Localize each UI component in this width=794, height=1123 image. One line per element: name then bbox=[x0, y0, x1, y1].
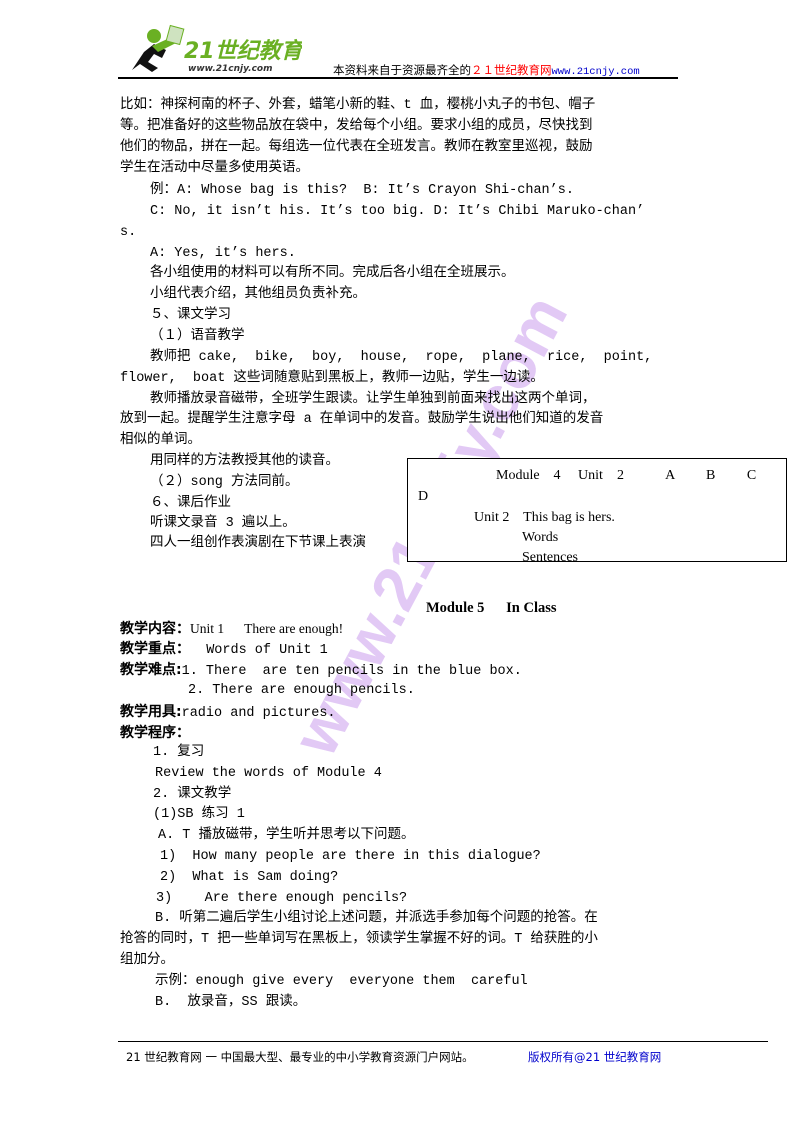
svg-text:21世纪教育: 21世纪教育 bbox=[184, 38, 302, 64]
tagline-brand: ２１世纪教育网 bbox=[471, 63, 552, 77]
footer-copyright-link[interactable]: 版权所有@21 世纪教育网 bbox=[528, 1048, 661, 1066]
footer-text: 21 世纪教育网 一 中国最大型、最专业的中小学教育资源门户网站。 bbox=[126, 1050, 474, 1064]
tools-label: 教学用具: bbox=[120, 704, 182, 720]
module-title: Module 5 In Class bbox=[426, 600, 557, 616]
header-divider bbox=[118, 77, 678, 79]
subsection-heading: （１）语音教学 bbox=[150, 329, 245, 344]
key-points-label: 教学重点： bbox=[120, 641, 190, 657]
question-item: 3) Are there enough pencils? bbox=[156, 891, 408, 906]
question-item: 2) What is Sam doing? bbox=[160, 870, 339, 885]
paragraph-line: 比如：神探柯南的杯子、外套，蜡笔小新的鞋、t 血，樱桃小丸子的书包、帽子 bbox=[120, 98, 596, 113]
box-line: Module 4 Unit 2 A B C bbox=[496, 468, 757, 483]
procedure-step: 1. 复习 bbox=[153, 745, 205, 760]
paragraph-line: 相似的单词。 bbox=[120, 433, 201, 448]
svg-text:www.21cnjy.com: www.21cnjy.com bbox=[188, 64, 273, 74]
content-value: Unit 1 There are enough! bbox=[190, 621, 344, 636]
text-box: Module 4 Unit 2 A B C D Unit 2 This bag … bbox=[407, 458, 787, 562]
document-page: www.21cnjy.com 21世纪教育 www.21cnjy.com 本资料… bbox=[0, 0, 794, 1123]
procedure-step: (1)SB 练习 1 bbox=[153, 807, 245, 822]
example-line: s. bbox=[120, 225, 137, 240]
example-line: 例：A: Whose bag is this? B: It’s Crayon S… bbox=[150, 183, 574, 198]
paragraph-line: 等。把准备好的这些物品放在袋中，发给每个小组。要求小组的成员，尽快找到 bbox=[120, 119, 593, 134]
paragraph-line: 放到一起。提醒学生注意字母 a 在单词中的发音。鼓励学生说出他们知道的发音 bbox=[120, 412, 604, 427]
procedure-step: Review the words of Module 4 bbox=[155, 766, 382, 781]
paragraph-line: 组加分。 bbox=[120, 953, 174, 968]
paragraph-line: 抢答的同时，T 把一些单词写在黑板上，领读学生掌握不好的词。T 给获胜的小 bbox=[120, 932, 598, 947]
footer-divider bbox=[118, 1041, 768, 1042]
paragraph-line: 小组代表介绍，其他组员负责补充。 bbox=[150, 287, 366, 302]
site-logo: 21世纪教育 www.21cnjy.com bbox=[132, 24, 302, 74]
key-points-value: Words of Unit 1 bbox=[190, 643, 328, 658]
procedure-step: A. T 播放磁带，学生听并思考以下问题。 bbox=[158, 828, 415, 843]
procedure-step: B. 放录音，SS 跟读。 bbox=[155, 995, 307, 1010]
box-line: Sentences bbox=[522, 550, 578, 562]
section-heading: ６、课后作业 bbox=[150, 496, 231, 511]
box-line: Words bbox=[522, 530, 559, 545]
procedure-step: 2. 课文教学 bbox=[153, 787, 232, 802]
difficulties-label: 教学难点: bbox=[120, 662, 182, 678]
paragraph-line: 教师播放录音磁带，全班学生跟读。让学生单独到前面来找出这两个单词， bbox=[150, 392, 596, 407]
box-line: D bbox=[418, 489, 429, 504]
difficulty-item: 1. There are ten pencils in the blue box… bbox=[181, 664, 522, 679]
subsection-heading: （２）song 方法同前。 bbox=[150, 475, 299, 490]
paragraph-line: 各小组使用的材料可以有所不同。完成后各小组在全班展示。 bbox=[150, 266, 515, 281]
paragraph-line: 教师把 cake, bike, boy, house, rope, plane,… bbox=[150, 350, 653, 365]
paragraph-line: 四人一组创作表演剧在下节课上表演 bbox=[150, 536, 366, 551]
content-label: 教学内容： bbox=[120, 621, 190, 637]
paragraph-line: 学生在活动中尽量多使用英语。 bbox=[120, 161, 309, 176]
paragraph-line: 他们的物品，拼在一起。每组选一位代表在全班发言。教师在教室里巡视，鼓励 bbox=[120, 140, 593, 155]
tools-value: radio and pictures. bbox=[181, 706, 336, 721]
question-item: 1) How many people are there in this dia… bbox=[160, 849, 541, 864]
difficulty-item: 2. There are enough pencils. bbox=[188, 683, 415, 698]
example-line: C: No, it isn’t his. It’s too big. D: It… bbox=[150, 204, 645, 219]
tagline-prefix: 本资料来自于资源最齐全的 bbox=[333, 63, 471, 77]
paragraph-line: flower, boat 这些词随意贴到黑板上，教师一边贴，学生一边读。 bbox=[120, 371, 544, 386]
paragraph-line: 听课文录音 3 遍以上。 bbox=[150, 516, 296, 531]
paragraph-line: B. 听第二遍后学生小组讨论上述问题，并派选手参加每个问题的抢答。在 bbox=[155, 911, 598, 926]
procedure-label: 教学程序： bbox=[120, 725, 190, 741]
paragraph-line: 用同样的方法教授其他的读音。 bbox=[150, 454, 339, 469]
box-line: Unit 2 This bag is hers. bbox=[474, 510, 615, 525]
example-line: 示例：enough give every everyone them caref… bbox=[155, 974, 528, 989]
example-line: A: Yes, it’s hers. bbox=[150, 246, 296, 261]
section-heading: ５、课文学习 bbox=[150, 308, 231, 323]
